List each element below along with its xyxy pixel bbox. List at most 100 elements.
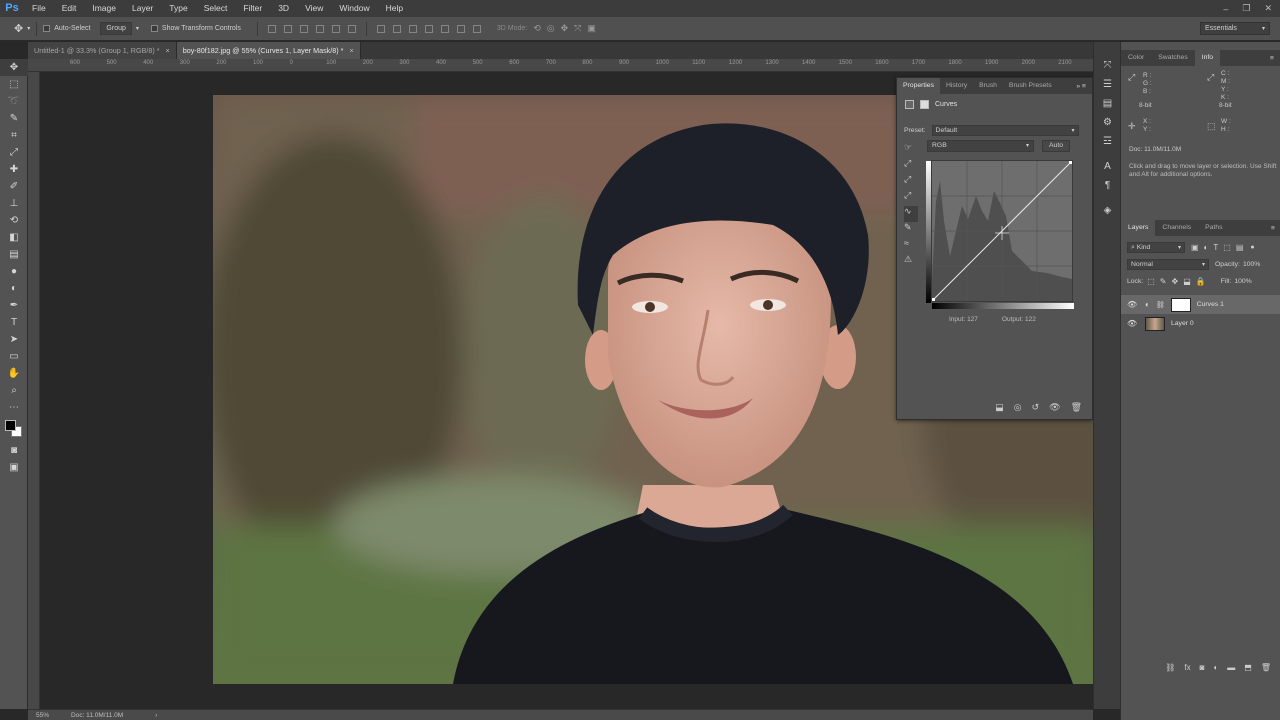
kind-filter-dropdown[interactable]: ⌕ Kind ▾ — [1127, 242, 1185, 253]
layer-row-layer-0[interactable]: 👁 Layer 0 — [1121, 314, 1280, 333]
distribute-top-icon[interactable] — [376, 24, 385, 33]
eraser-tool-icon[interactable]: ◧ — [0, 229, 28, 246]
menu-view[interactable]: View — [297, 0, 331, 17]
layer-mask-icon[interactable] — [920, 100, 929, 109]
distribute-left-icon[interactable] — [424, 24, 433, 33]
clone-stamp-icon[interactable]: ⊥ — [0, 195, 28, 212]
panel-menu-icon[interactable]: ≡ — [1271, 225, 1275, 232]
clip-to-layer-icon[interactable]: ⬓ — [995, 402, 1004, 413]
zoom-tool-icon[interactable]: ⌕ — [0, 382, 28, 399]
curve-black-point[interactable] — [932, 298, 935, 301]
pen-tool-icon[interactable]: ✒ — [0, 297, 28, 314]
actions-panel-icon[interactable]: ⚙ — [1094, 113, 1121, 132]
auto-select-dropdown[interactable]: Group — [100, 22, 132, 35]
channels-panel-icon[interactable]: ▤ — [1094, 94, 1121, 113]
paragraph-panel-icon[interactable]: ¶ — [1094, 176, 1121, 195]
curve-pencil-icon[interactable]: ✎ — [904, 222, 918, 238]
screen-mode-icon[interactable]: ▣ — [0, 459, 28, 476]
visibility-eye-icon[interactable]: 👁 — [1049, 402, 1060, 413]
color-swatches[interactable] — [0, 416, 28, 442]
dodge-tool-icon[interactable]: ◐ — [0, 280, 28, 297]
tab-brush-presets[interactable]: Brush Presets — [1003, 78, 1058, 94]
tab-info[interactable]: Info — [1194, 50, 1221, 66]
layer-row-curves[interactable]: 👁 ◐ ⛓ Curves 1 — [1121, 295, 1280, 314]
view-previous-state-icon[interactable]: ◎ — [1014, 402, 1022, 413]
close-icon[interactable]: ✕ — [1264, 3, 1272, 14]
tab-brush[interactable]: Brush — [973, 78, 1003, 94]
character-panel-icon[interactable]: A — [1094, 157, 1121, 176]
tab-channels[interactable]: Channels — [1155, 220, 1198, 236]
close-icon[interactable]: × — [349, 46, 353, 55]
adjustments-panel-icon[interactable]: ☲ — [1094, 132, 1121, 151]
align-top-icon[interactable] — [267, 24, 276, 33]
distribute-hcenter-icon[interactable] — [440, 24, 449, 33]
workspace-dropdown[interactable]: Essentials ▾ — [1200, 22, 1270, 35]
new-layer-icon[interactable]: ⬒ — [1244, 663, 1252, 672]
layer-style-fx-icon[interactable]: fx — [1184, 663, 1190, 672]
gradient-tool-icon[interactable]: ▤ — [0, 246, 28, 263]
navigator-icon[interactable]: ⤧ — [1094, 56, 1121, 75]
blur-tool-icon[interactable]: ● — [0, 263, 28, 280]
menu-select[interactable]: Select — [196, 0, 236, 17]
auto-select-checkbox[interactable] — [43, 25, 51, 32]
type-tool-icon[interactable]: T — [0, 314, 28, 331]
align-vcenter-icon[interactable] — [283, 24, 292, 33]
shape-tool-icon[interactable]: ▭ — [0, 348, 28, 365]
history-brush-icon[interactable]: ⟲ — [0, 212, 28, 229]
tab-boy[interactable]: boy-80f182.jpg @ 55% (Curves 1, Layer Ma… — [176, 42, 361, 59]
target-adjust-icon[interactable]: ☞ — [904, 142, 918, 158]
menu-3d[interactable]: 3D — [270, 0, 297, 17]
status-menu-arrow-icon[interactable]: › — [155, 712, 157, 719]
align-left-icon[interactable] — [315, 24, 324, 33]
crop-tool-icon[interactable]: ⌗ — [0, 127, 28, 144]
layer-mask-thumbnail[interactable] — [1170, 297, 1191, 312]
add-mask-icon[interactable]: ◙ — [1200, 663, 1205, 672]
tab-color[interactable]: Color — [1121, 50, 1151, 66]
dock-collapse[interactable] — [1094, 42, 1120, 56]
move-tool-icon[interactable]: ✥ — [0, 59, 28, 76]
tab-paths[interactable]: Paths — [1198, 220, 1229, 236]
more-tools-icon[interactable]: ⋯ — [0, 399, 28, 416]
menu-type[interactable]: Type — [161, 0, 195, 17]
tab-layers[interactable]: Layers — [1121, 220, 1156, 236]
gray-point-eyedropper-icon[interactable]: ⤢ — [904, 174, 918, 190]
3d-mode-icons[interactable]: ⟲◎✥⤧▣ — [533, 23, 602, 34]
curves-adjustment-icon[interactable] — [905, 100, 914, 109]
history-panel-icon[interactable]: ☰ — [1094, 75, 1121, 94]
tab-swatches[interactable]: Swatches — [1151, 50, 1194, 66]
curve-point-tool-icon[interactable]: ∿ — [904, 206, 918, 222]
brush-tool-icon[interactable]: ✐ — [0, 178, 28, 195]
zoom-level[interactable]: 55% — [36, 712, 49, 719]
filter-toggle-icon[interactable]: ● — [1250, 244, 1254, 251]
chevron-down-icon[interactable]: ▾ — [27, 25, 30, 32]
smooth-curve-icon[interactable]: ≈ — [904, 238, 918, 254]
layer-filter-icons[interactable]: ▣◐T⬚▤ — [1191, 243, 1248, 252]
menu-help[interactable]: Help — [378, 0, 411, 17]
white-point-eyedropper-icon[interactable]: ⤢ — [904, 190, 918, 206]
move-tool-icon[interactable]: ✥ — [14, 22, 23, 35]
black-point-eyedropper-icon[interactable]: ⤢ — [904, 158, 918, 174]
panel-menu-icon[interactable]: » ≡ — [1076, 83, 1086, 90]
fill-value[interactable]: 100% — [1234, 278, 1251, 285]
link-layers-icon[interactable]: ⛓ — [1165, 663, 1175, 672]
marquee-tool-icon[interactable]: ⬚ — [0, 76, 28, 93]
foreground-color-swatch[interactable] — [5, 420, 16, 431]
link-icon[interactable]: ⛓ — [1156, 301, 1165, 309]
align-bottom-icon[interactable] — [299, 24, 308, 33]
menu-filter[interactable]: Filter — [235, 0, 270, 17]
align-right-icon[interactable] — [347, 24, 356, 33]
auto-align-icon[interactable] — [472, 24, 481, 33]
visibility-eye-icon[interactable]: 👁 — [1127, 300, 1139, 309]
new-adjustment-icon[interactable]: ◐ — [1213, 663, 1218, 672]
new-group-icon[interactable]: ▬ — [1227, 663, 1235, 672]
delete-trash-icon[interactable]: 🗑 — [1071, 402, 1082, 413]
layer-thumbnail[interactable] — [1145, 316, 1165, 331]
transform-controls-checkbox[interactable] — [150, 25, 158, 32]
menu-edit[interactable]: Edit — [54, 0, 85, 17]
3d-panel-icon[interactable]: ◈ — [1094, 201, 1121, 220]
opacity-value[interactable]: 100% — [1243, 261, 1260, 268]
quick-mask-icon[interactable]: ◙ — [0, 442, 28, 459]
quick-select-tool-icon[interactable]: ✎ — [0, 110, 28, 127]
path-select-icon[interactable]: ➤ — [0, 331, 28, 348]
preset-dropdown[interactable]: Default ▾ — [931, 125, 1079, 136]
